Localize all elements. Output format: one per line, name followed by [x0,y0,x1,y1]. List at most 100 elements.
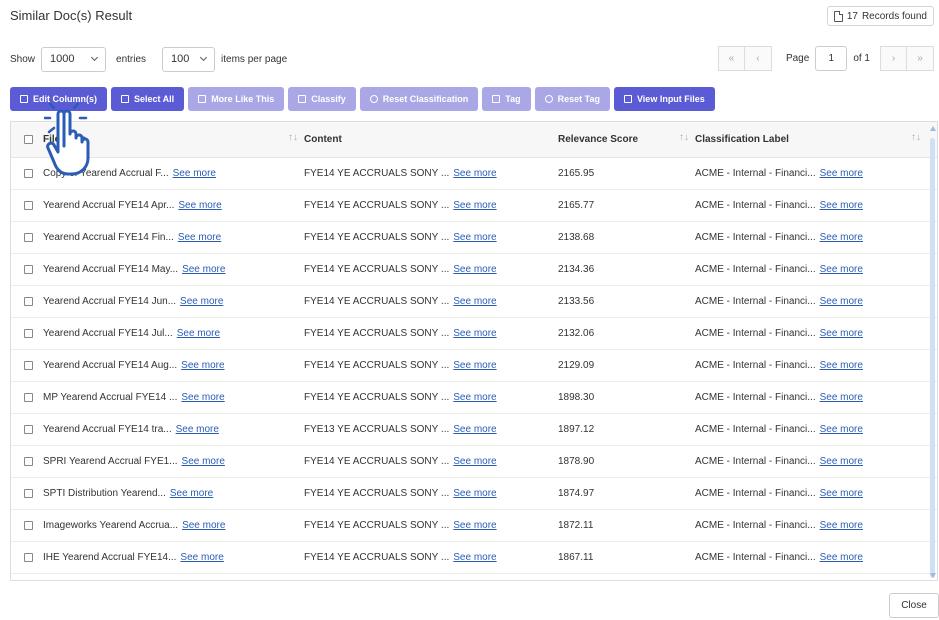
see-more-link[interactable]: See more [170,488,213,499]
row-checkbox[interactable] [23,329,33,338]
see-more-link[interactable]: See more [453,392,496,403]
header-label-label: Classification Label [695,134,789,145]
scroll-down-arrow-icon[interactable] [930,573,936,578]
view-input-files-button[interactable]: View Input Files [613,87,715,111]
see-more-link[interactable]: See more [820,200,863,211]
row-checkbox[interactable] [23,233,33,242]
row-checkbox[interactable] [23,489,33,498]
row-checkbox[interactable] [23,297,33,306]
classify-button[interactable]: Classify [288,87,356,111]
cell-filename: Yearend Accrual FYE14 May... See more [43,264,304,275]
see-more-link[interactable]: See more [180,296,223,307]
sort-icon[interactable]: ↑↓ [911,132,921,143]
see-more-link[interactable]: See more [182,264,225,275]
table-row[interactable]: Yearend Accrual FYE14 May... See more FYE… [11,254,937,286]
see-more-link[interactable]: See more [820,552,863,563]
cell-filename: Yearend Accrual FYE14 Jun... See more [43,296,304,307]
row-checkbox[interactable] [23,393,33,402]
row-checkbox[interactable] [23,521,33,530]
see-more-link[interactable]: See more [453,232,496,243]
row-checkbox[interactable] [23,201,33,210]
row-checkbox[interactable] [23,265,33,274]
see-more-link[interactable]: See more [182,456,225,467]
table-row[interactable]: Imageworks Yearend Accrua... See more FYE… [11,510,937,542]
see-more-link[interactable]: See more [453,552,496,563]
tag-button[interactable]: Tag [482,87,531,111]
see-more-link[interactable]: See more [178,232,221,243]
see-more-link[interactable]: See more [820,424,863,435]
row-checkbox[interactable] [23,553,33,562]
see-more-link[interactable]: See more [181,360,224,371]
last-page-button[interactable]: » [907,46,934,71]
header-filename[interactable]: Filename ↑↓ [43,132,304,145]
filename-text: IHE Yearend Accrual FYE14... [43,552,177,563]
see-more-link[interactable]: See more [178,200,221,211]
header-score[interactable]: Relevance Score ↑↓ [558,132,695,145]
header-label[interactable]: Classification Label ↑↓ [695,132,927,145]
vertical-scrollbar[interactable] [930,138,935,578]
see-more-link[interactable]: See more [453,264,496,275]
row-checkbox[interactable] [23,361,33,370]
table-row[interactable]: Yearend Accrual FYE14 Apr... See more FYE… [11,190,937,222]
scroll-up-arrow-icon[interactable] [930,126,936,131]
table-row[interactable]: Yearend Accrual FYE14 Jul... See more FYE… [11,318,937,350]
see-more-link[interactable]: See more [453,168,496,179]
see-more-link[interactable]: See more [820,296,863,307]
see-more-link[interactable]: See more [820,520,863,531]
sort-icon[interactable]: ↑↓ [679,132,689,143]
see-more-link[interactable]: See more [453,296,496,307]
table-row[interactable]: Yearend Accrual FYE14 Fin... See more FYE… [11,222,937,254]
page-input[interactable]: 1 [815,46,848,71]
see-more-link[interactable]: See more [181,392,224,403]
see-more-link[interactable]: See more [180,552,223,563]
table-row[interactable]: Yearend Accrual FYE14 Aug... See more FYE… [11,350,937,382]
per-page-select[interactable]: 100 [162,46,216,72]
see-more-link[interactable]: See more [177,328,220,339]
table-row[interactable]: IHE Yearend Accrual FYE14... See more FYE… [11,542,937,574]
see-more-link[interactable]: See more [820,232,863,243]
table-body: Copy of Yearend Accrual F... See more FYE… [11,158,937,574]
score-text: 2129.09 [558,360,595,371]
see-more-link[interactable]: See more [453,360,496,371]
filename-text: Yearend Accrual FYE14 Aug... [43,360,178,371]
see-more-link[interactable]: See more [453,424,496,435]
see-more-link[interactable]: See more [820,264,863,275]
see-more-link[interactable]: See more [173,168,216,179]
table-row[interactable]: Yearend Accrual FYE14 tra... See more FYE… [11,414,937,446]
header-content[interactable]: Content [304,134,558,145]
see-more-link[interactable]: See more [820,488,863,499]
prev-page-button[interactable]: ‹ [744,46,772,71]
reset-classification-button[interactable]: Reset Classification [359,87,479,111]
edit-columns-button[interactable]: Edit Column(s) [10,87,107,111]
cell-filename: Copy of Yearend Accrual F... See more [43,168,304,179]
see-more-link[interactable]: See more [453,520,496,531]
sort-icon[interactable]: ↑↓ [288,132,298,143]
table-row[interactable]: MP Yearend Accrual FYE14 ... See more FYE… [11,382,937,414]
see-more-link[interactable]: See more [820,328,863,339]
see-more-link[interactable]: See more [453,456,496,467]
table-row[interactable]: Yearend Accrual FYE14 Jun... See more FYE… [11,286,937,318]
see-more-link[interactable]: See more [820,392,863,403]
see-more-link[interactable]: See more [820,168,863,179]
table-row[interactable]: SPTI Distribution Yearend... See more FYE… [11,478,937,510]
row-checkbox[interactable] [23,169,33,178]
see-more-link[interactable]: See more [453,488,496,499]
see-more-link[interactable]: See more [453,200,496,211]
more-like-this-button[interactable]: More Like This [188,87,285,111]
entries-select[interactable]: 1000 [41,46,107,72]
close-button[interactable]: Close [889,593,939,618]
see-more-link[interactable]: See more [176,424,219,435]
table-row[interactable]: SPRI Yearend Accrual FYE1... See more FYE… [11,446,937,478]
select-all-checkbox[interactable] [23,135,33,144]
reset-tag-button[interactable]: Reset Tag [534,87,610,111]
select-all-button[interactable]: Select All [111,87,185,111]
table-row[interactable]: Copy of Yearend Accrual F... See more FYE… [11,158,937,190]
see-more-link[interactable]: See more [182,520,225,531]
see-more-link[interactable]: See more [453,328,496,339]
row-checkbox[interactable] [23,457,33,466]
see-more-link[interactable]: See more [820,360,863,371]
first-page-button[interactable]: « [717,46,745,71]
next-page-button[interactable]: › [880,46,907,71]
see-more-link[interactable]: See more [820,456,863,467]
row-checkbox[interactable] [23,425,33,434]
